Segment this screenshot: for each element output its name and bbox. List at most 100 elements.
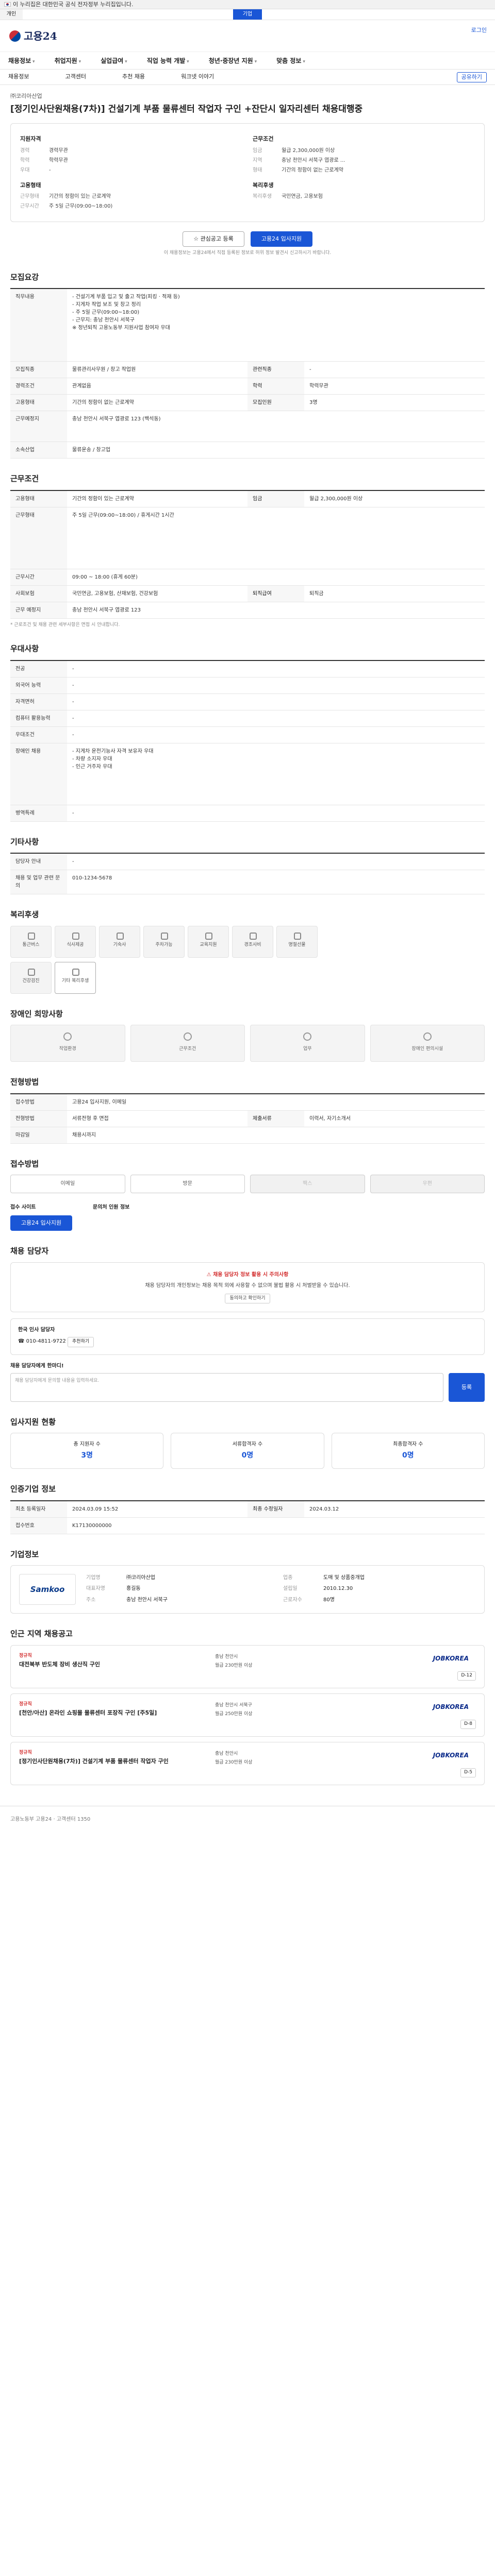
login-link[interactable]: 로그인	[471, 26, 487, 35]
section-conditions: 근무조건 고용형태 기간의 정함이 있는 근로계약 임금 월급 2,300,000원 …	[0, 473, 495, 629]
company-tab[interactable]: 기업	[233, 9, 262, 20]
message-input[interactable]: 채용 담당자에게 문의할 내용을 입력하세요.	[10, 1372, 443, 1402]
welfare-label: 기숙사	[113, 942, 126, 947]
stat-label: 최종합격자 수	[393, 1442, 423, 1447]
method-tab[interactable]: 이메일	[10, 1175, 125, 1193]
summary-col: 지원자격 경력 경력무관 학력 학력무관 우대 - 고용형태 근무형태 기간의 정함이 …	[20, 133, 242, 212]
disability-card: 업무	[250, 1025, 365, 1062]
share-button[interactable]: 공유하기	[456, 72, 487, 82]
recommend-button[interactable]: 추천하기	[68, 1337, 94, 1347]
welfare-item: 주차가능	[143, 925, 185, 958]
row-value: 월급 2,300,000원 이상	[309, 496, 363, 502]
personal-tab[interactable]: 개인	[0, 9, 23, 20]
subnav-item[interactable]: 워크넷 이야기	[181, 73, 214, 81]
interest-button[interactable]: ☆ 관심공고 등록	[183, 231, 244, 247]
menu-item[interactable]: 맞춤 정보	[276, 52, 314, 69]
section-title: 채용 담당자	[10, 1246, 49, 1256]
subnav-item[interactable]: 고객센터	[65, 73, 86, 81]
table-row: 담당자 안내 -	[10, 854, 485, 870]
etc-table: 담당자 안내 - 채용 및 업무 관련 문의 010-1234-5678	[10, 853, 485, 894]
table-row: 사회보험 국민연금, 고용보험, 산재보험, 건강보험 퇴직급여 퇴직금	[10, 585, 485, 602]
row-label: 채용 및 업무 관련 문의	[10, 870, 67, 894]
row-value: -	[72, 810, 74, 816]
disability-card: 근무조건	[130, 1025, 245, 1062]
disability-cards: 작업환경 근무조건 업무 장애인 편의시설	[10, 1025, 485, 1062]
table-row: 장애인 채용 - 지게차 운전기능사 자격 보유자 우대 - 차량 소지자 우대 …	[10, 743, 485, 805]
row-value: 2024.03.12	[309, 1506, 339, 1512]
table-row: 병역특례 -	[10, 805, 485, 822]
method-tab[interactable]: 방문	[130, 1175, 245, 1193]
company-key: 대표자명	[86, 1586, 105, 1592]
book-icon	[205, 932, 212, 940]
row-value: -	[72, 859, 74, 865]
nearby-job-card[interactable]: 정규직 [정기인사단원채용(7차)] 건설기계 부품 물류센터 작업자 구인 충남…	[10, 1741, 485, 1785]
top-switch: 개인 기업	[0, 9, 495, 20]
stat-card: 총 지원자 수 3명	[10, 1433, 164, 1469]
row-label: 학력	[248, 378, 304, 394]
welfare-label: 통근버스	[22, 942, 40, 947]
interest-label: 관심공고 등록	[200, 235, 234, 242]
section-title: 우대사항	[10, 644, 39, 653]
row-value: K17130000000	[72, 1522, 112, 1529]
menu-item[interactable]: 직업 능력 개발	[147, 52, 197, 69]
action-buttons: ☆ 관심공고 등록 고용24 입사지원	[0, 231, 495, 247]
method-tab[interactable]: 우편	[370, 1175, 485, 1193]
row-value: 010-1234-5678	[72, 875, 112, 881]
row-label: 장애인 채용	[10, 743, 67, 805]
subnav-item[interactable]: 추천 채용	[122, 73, 145, 81]
site-logo[interactable]: 고용24	[9, 28, 57, 44]
section-preferences: 우대사항 전공 - 외국어 능력 - 자격면허 - 컴퓨터 활용능력 - 우대조건 - 장…	[0, 643, 495, 822]
subnav-item[interactable]: 채용정보	[8, 73, 29, 81]
section-recruit: 모집요강 직무내용 - 건설기계 부품 입고 및 출고 작업(피킹 · 적재 등)…	[0, 272, 495, 459]
company-val: 80명	[323, 1597, 335, 1603]
gift-icon	[250, 932, 257, 940]
table-row: 접수방법 고용24 입사지원, 이메일	[10, 1094, 485, 1111]
row-value: 국민연금, 고용보험, 산재보험, 건강보험	[72, 590, 158, 597]
row-label: 경력조건	[10, 378, 67, 394]
row-label: 우대조건	[10, 726, 67, 743]
table-row: 채용 및 업무 관련 문의 010-1234-5678	[10, 870, 485, 894]
contact-person: 문의처 인원 정보	[93, 1204, 129, 1231]
job-title: 대전북부 반도체 장비 생산직 구인	[19, 1661, 100, 1668]
stat-card: 서류합격자 수 0명	[171, 1433, 324, 1469]
menu-item[interactable]: 채용정보	[8, 52, 43, 69]
section-cert: 인증기업 정보 최초 등록일자 2024.03.09 15:52 최종 수정일자 20…	[0, 1483, 495, 1534]
menu-item[interactable]: 취업지원	[55, 52, 90, 69]
apply-button[interactable]: 고용24 입사지원	[251, 231, 312, 247]
message-area: 채용 담당자에게 문의할 내용을 입력하세요. 등록	[10, 1372, 485, 1402]
company-grid: 기업명 ㈜코리아산업 업종 도매 및 상품중개업 대표자명 홍길동 설립일 2010.1…	[86, 1574, 476, 1605]
nearby-job-card[interactable]: 정규직 대전북부 반도체 장비 생산직 구인 충남 천안시 월급 230만원 이상 …	[10, 1645, 485, 1688]
nearby-job-card[interactable]: 정규직 [천안/아산] 온라인 쇼핑몰 물류센터 포장직 구인 [주5일] 충남 …	[10, 1693, 485, 1737]
company-key: 주소	[86, 1597, 96, 1603]
row-value: 기간의 정함이 있는 근로계약	[72, 496, 134, 502]
deadline-badge: D-12	[457, 1671, 476, 1681]
site-apply-button[interactable]: 고용24 입사지원	[10, 1215, 72, 1231]
apply-site: 접수 사이트고용24 입사지원	[10, 1204, 72, 1231]
section-welfare: 복리후생 통근버스 식사제공 기숙사 주차가능 교육지원 경조사비 명절선물 건…	[0, 909, 495, 994]
row-label: 외국어 능력	[10, 677, 67, 693]
message-send-button[interactable]: 등록	[449, 1372, 485, 1402]
card-left: 정규직 [천안/아산] 온라인 쇼핑몰 물류센터 포장직 구인 [주5일]	[19, 1701, 215, 1729]
agree-button[interactable]: 동의하고 확인하기	[225, 1293, 270, 1303]
row-label: 고용형태	[10, 490, 67, 507]
welfare-icons: 통근버스 식사제공 기숙사 주차가능 교육지원 경조사비 명절선물	[10, 925, 485, 958]
row-value: -	[72, 715, 74, 721]
logo-text: 고용24	[24, 30, 57, 42]
card-meta: 충남 천안시 월급 230만원 이상	[215, 1653, 349, 1681]
row-value: -	[72, 732, 74, 738]
summary-val: -	[49, 167, 51, 173]
section-applicants: 입사지원 현황 총 지원자 수 3명 서류합격자 수 0명 최종합격자 수 0명	[0, 1416, 495, 1469]
summary-line: 복리후생 국민연금, 고용보험	[253, 193, 475, 200]
deadline-badge: D-8	[460, 1720, 476, 1729]
sub-nav: 채용정보 고객센터 추천 채용 워크넷 이야기 공유하기	[0, 70, 495, 85]
summary-val: 학력무관	[49, 157, 68, 163]
card-left: 정규직 [정기인사단원채용(7차)] 건설기계 부품 물류센터 작업자 구인	[19, 1750, 215, 1777]
menu-item[interactable]: 청년·중장년 지원	[209, 52, 265, 69]
method-tab[interactable]: 팩스	[250, 1175, 365, 1193]
row-value: 물류관리사무원 / 창고 작업원	[72, 367, 136, 372]
menu-item[interactable]: 실업급여	[101, 52, 136, 69]
row-value: 충남 천안시 서북구 엽광로 123 (백석동)	[72, 416, 161, 422]
site-label: 접수 사이트	[10, 1205, 36, 1210]
section-title: 기업정보	[10, 1549, 39, 1559]
row-value: - 건설기계 부품 입고 및 출고 작업(피킹 · 적재 등) - 지게차 작업…	[72, 294, 180, 331]
